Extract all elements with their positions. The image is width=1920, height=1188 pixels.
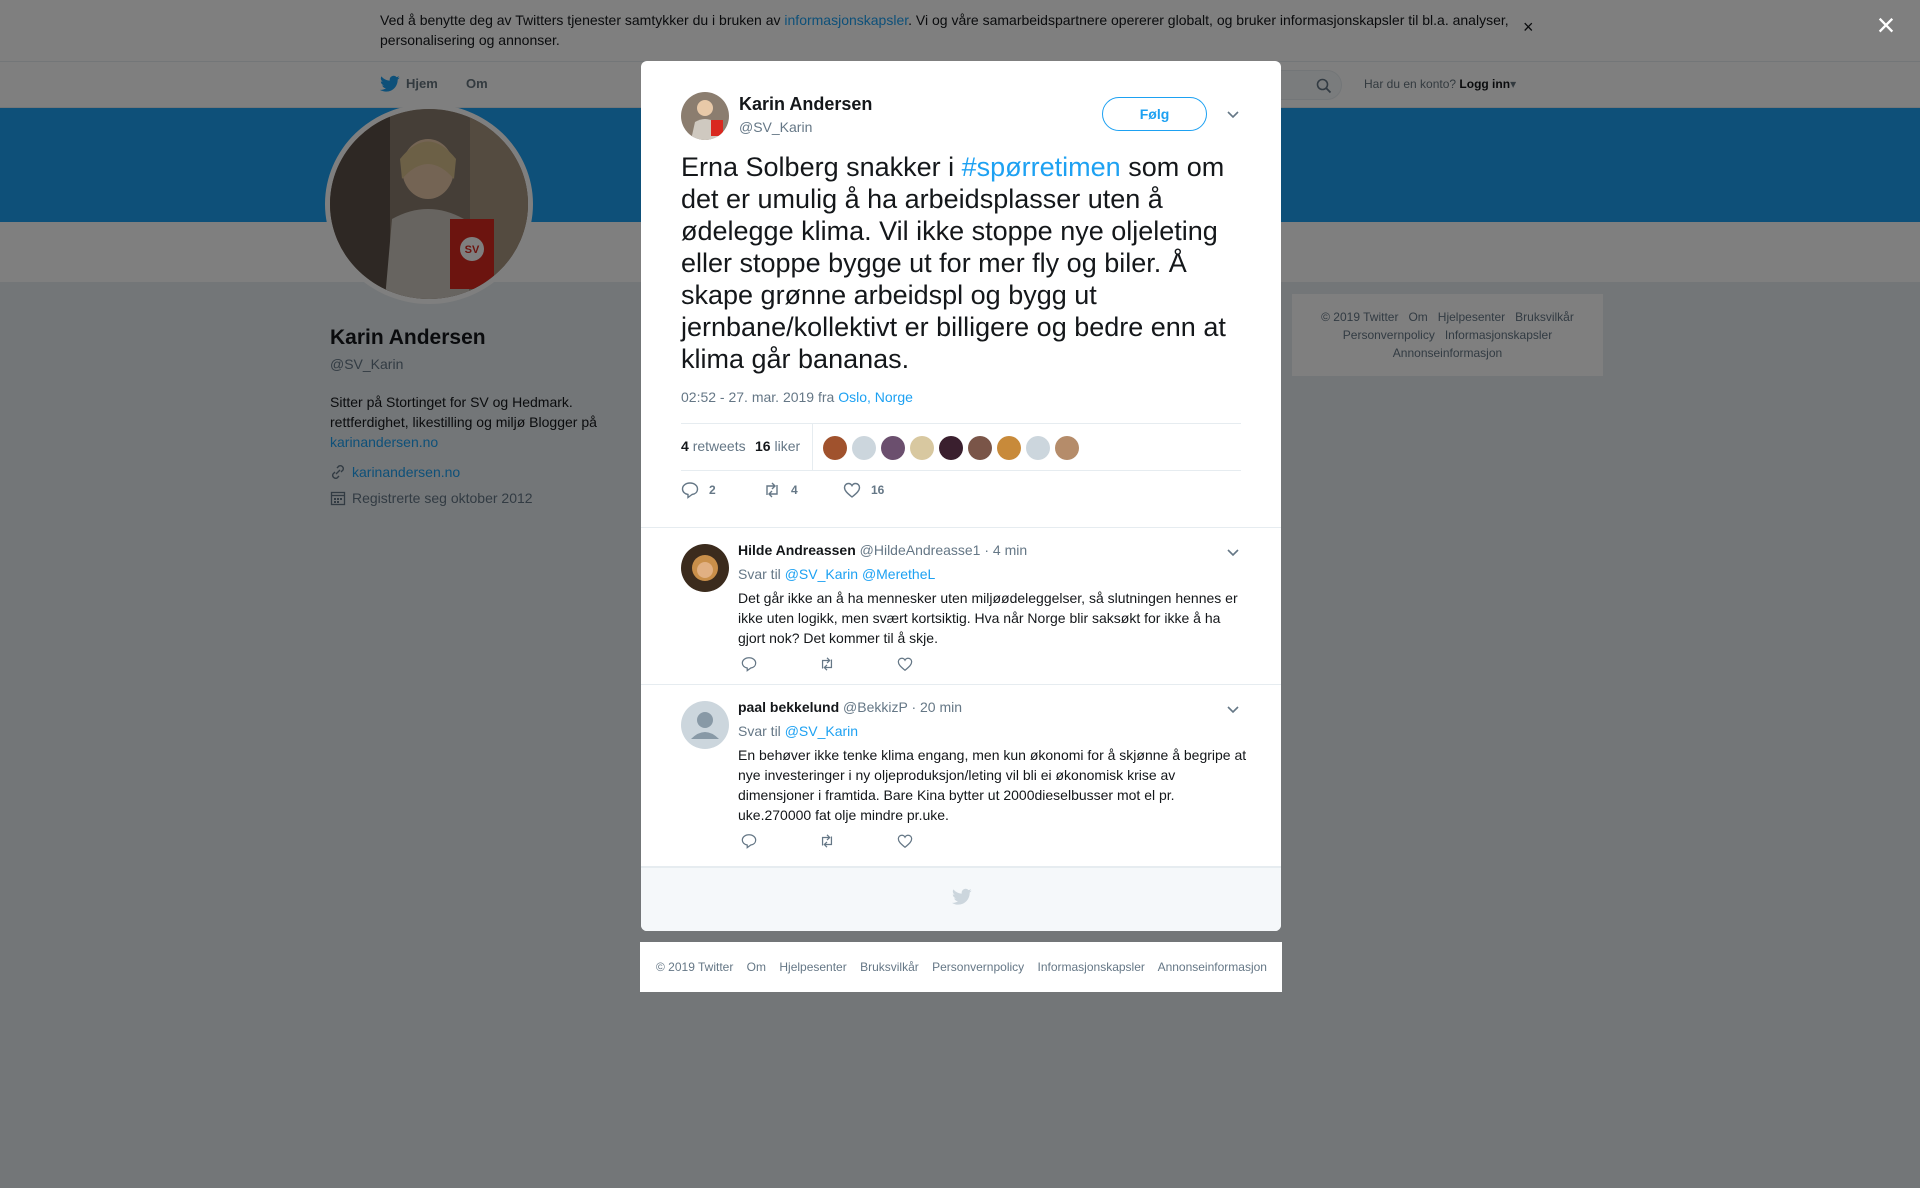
reply-tweet[interactable]: paal bekkelund @BekkizP · 20 min Svar ti…: [641, 685, 1281, 867]
tweet-timestamp: 02:52 - 27. mar. 2019 fra Oslo, Norge: [681, 389, 913, 405]
likers-avatars: [823, 436, 1079, 460]
reply-avatar[interactable]: [681, 701, 729, 749]
retweet-button[interactable]: 4: [763, 481, 798, 499]
tweet-text: Erna Solberg snakker i #spørretimen som …: [681, 151, 1247, 375]
liker-avatar[interactable]: [997, 436, 1021, 460]
reply-author[interactable]: Hilde Andreassen @HildeAndreasse1 · 4 mi…: [738, 542, 1027, 558]
reply-author-handle: @BekkizP: [843, 699, 908, 715]
like-button[interactable]: 16: [843, 481, 884, 499]
liker-avatar[interactable]: [823, 436, 847, 460]
reply-author-name: Hilde Andreassen: [738, 542, 856, 558]
retweets-count: 4: [681, 438, 689, 454]
retweet-icon[interactable]: [819, 833, 835, 849]
liker-avatar[interactable]: [910, 436, 934, 460]
footer-about[interactable]: Om: [747, 960, 766, 974]
reply-time: · 4 min: [984, 542, 1028, 558]
reply-icon: [681, 482, 699, 499]
retweets-stat[interactable]: 4 retweets: [681, 438, 746, 454]
reply-button[interactable]: 2: [681, 481, 716, 499]
reply-avatar[interactable]: [681, 544, 729, 592]
tweet-actions: 2 4 16: [681, 481, 981, 505]
retweets-label: retweets: [692, 438, 746, 454]
page-footer: © 2019 Twitter Om Hjelpesenter Bruksvilk…: [640, 942, 1282, 992]
footer-help[interactable]: Hjelpesenter: [779, 960, 846, 974]
retweet-count: 4: [791, 483, 798, 497]
tweet-author-avatar[interactable]: [681, 92, 729, 140]
likes-count: 16: [755, 438, 771, 454]
chevron-down-icon[interactable]: [1226, 548, 1240, 558]
author-photo: [681, 92, 729, 140]
reply-tweet[interactable]: Hilde Andreassen @HildeAndreasse1 · 4 mi…: [641, 527, 1281, 685]
liker-avatar[interactable]: [939, 436, 963, 460]
tweet-location[interactable]: Oslo, Norge: [838, 389, 913, 405]
reply-to-label: Svar til: [738, 723, 781, 739]
like-count: 16: [871, 483, 885, 497]
reply-text: Det går ikke an å ha mennesker uten milj…: [738, 590, 1238, 646]
tweet-stats: 4 retweets 16 liker: [681, 423, 1241, 471]
reply-icon[interactable]: [741, 833, 757, 849]
tweet-hashtag[interactable]: #spørretimen: [962, 152, 1121, 182]
likes-label: liker: [774, 438, 801, 454]
stats-divider: [812, 424, 813, 470]
liker-avatar[interactable]: [968, 436, 992, 460]
likes-stat[interactable]: 16 liker: [755, 438, 800, 454]
heart-icon[interactable]: [897, 833, 913, 849]
reply-author-photo: [681, 544, 729, 592]
reply-text: En behøver ikke tenke klima engang, men …: [738, 747, 1247, 823]
follow-button[interactable]: Følg: [1102, 97, 1207, 131]
modal-footer: [641, 867, 1281, 931]
reply-to-mention[interactable]: @MeretheL: [862, 566, 935, 582]
chevron-down-icon[interactable]: [1226, 705, 1240, 715]
retweet-icon: [766, 482, 778, 498]
heart-icon[interactable]: [897, 656, 913, 672]
footer-copyright: © 2019 Twitter: [656, 960, 734, 974]
tweet-text-after: som om det er umulig å ha arbeidsplasser…: [681, 152, 1226, 374]
reply-to: Svar til @SV_Karin: [738, 723, 858, 739]
reply-actions: [741, 833, 913, 849]
reply-icon[interactable]: [741, 656, 757, 672]
tweet-time[interactable]: 02:52 - 27. mar. 2019 fra: [681, 389, 838, 405]
tweet-text-before: Erna Solberg snakker i: [681, 152, 962, 182]
reply-author-handle: @HildeAndreasse1: [859, 542, 981, 558]
liker-avatar[interactable]: [1026, 436, 1050, 460]
reply-author-name: paal bekkelund: [738, 699, 840, 715]
footer-cookies[interactable]: Informasjonskapsler: [1038, 960, 1145, 974]
footer-ads-info[interactable]: Annonseinformasjon: [1158, 960, 1267, 974]
reply-to-mention[interactable]: @SV_Karin: [785, 566, 858, 582]
reply-count: 2: [709, 483, 716, 497]
twitter-bird-icon: [952, 888, 972, 905]
retweet-icon[interactable]: [819, 656, 835, 672]
reply-to-label: Svar til: [738, 566, 781, 582]
footer-privacy[interactable]: Personvernpolicy: [932, 960, 1024, 974]
liker-avatar[interactable]: [1055, 436, 1079, 460]
chevron-down-icon[interactable]: [1226, 110, 1240, 120]
tweet-author-name[interactable]: Karin Andersen: [739, 94, 872, 115]
reply-actions: [741, 656, 913, 672]
reply-author[interactable]: paal bekkelund @BekkizP · 20 min: [738, 699, 962, 715]
reply-time: · 20 min: [911, 699, 963, 715]
tweet-author-handle[interactable]: @SV_Karin: [739, 119, 812, 135]
modal-close-button[interactable]: ×: [1872, 9, 1900, 41]
reply-to: Svar til @SV_Karin @MeretheL: [738, 566, 935, 582]
tweet-modal: Karin Andersen @SV_Karin Følg Erna Solbe…: [641, 61, 1281, 931]
reply-to-mention[interactable]: @SV_Karin: [785, 723, 858, 739]
heart-icon: [843, 482, 861, 498]
default-avatar-icon: [681, 701, 729, 749]
footer-terms[interactable]: Bruksvilkår: [860, 960, 919, 974]
liker-avatar[interactable]: [852, 436, 876, 460]
liker-avatar[interactable]: [881, 436, 905, 460]
